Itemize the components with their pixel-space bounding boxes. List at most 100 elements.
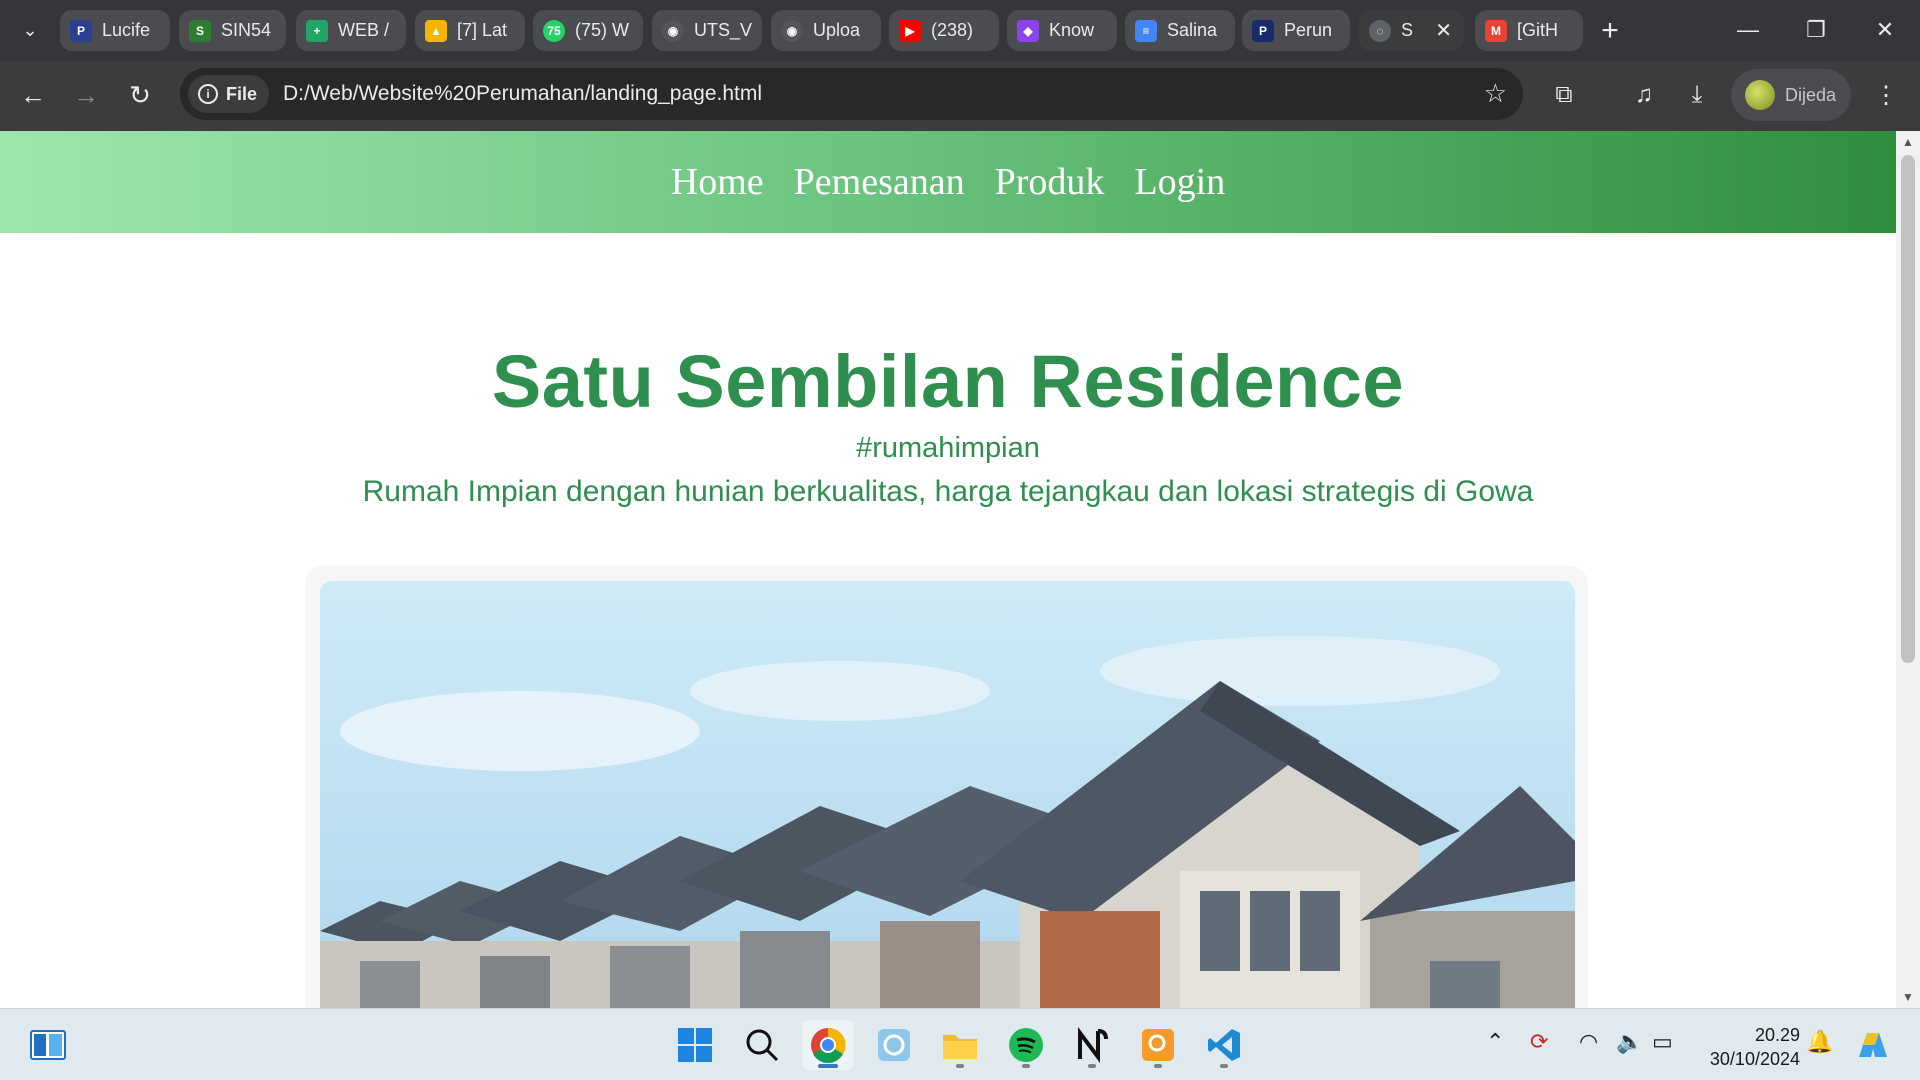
site-info-label: File [226,83,258,104]
taskbar-vscode[interactable] [1199,1020,1249,1070]
browser-tab[interactable]: S SIN54 [179,10,286,51]
taskbar-notion[interactable] [1067,1020,1117,1070]
arrow-right-icon: → [73,79,99,110]
running-indicator [1220,1064,1228,1068]
hero-section: Satu Sembilan Residence #rumahimpian Rum… [0,339,1896,509]
tab-title: Salina [1167,20,1218,40]
plus-icon: + [1601,14,1619,47]
housing-photo [320,581,1575,1008]
browser-tab[interactable]: ◆ Know [1007,10,1117,51]
address-bar[interactable]: i File D:/Web/Website%20Perumahan/landin… [180,68,1523,120]
wifi-icon[interactable]: ◠ [1579,1029,1598,1055]
tab-title: (75) W [575,20,629,40]
tab-favicon-icon: P [70,19,92,42]
browser-tab[interactable]: ◉ Uploa [771,10,881,51]
site-info-chip[interactable]: i File [188,75,270,113]
tab-favicon-icon: P [1252,19,1274,42]
taskbar-file-explorer[interactable] [935,1020,985,1070]
tab-title: Lucife [102,20,151,40]
tab-strip: ⌄ P Lucife S SIN54 + WEB / ▲ [7] Lat 75 … [0,0,1920,61]
show-hidden-icons-button[interactable]: ⌃ [1486,1029,1504,1055]
taskbar: ⌃ ⟳ ◠ 🔈 ▭ 20.29 30/10/2024 🔔 [0,1008,1920,1080]
scroll-down-icon[interactable]: ▼ [1902,990,1914,1004]
vscode-icon [1208,1029,1240,1061]
browser-tab[interactable]: M [GitH [1475,10,1583,51]
nav-link-login[interactable]: Login [1134,160,1225,204]
battery-icon[interactable]: ▭ [1652,1029,1673,1055]
taskbar-clock[interactable]: 20.29 30/10/2024 [1696,1023,1800,1071]
browser-tab[interactable]: ≡ Salina [1125,10,1235,51]
new-tab-button[interactable]: + [1590,12,1630,50]
site-navbar: Home Pemesanan Produk Login [0,131,1896,233]
page-scrollbar[interactable]: ▲ ▼ [1896,131,1920,1008]
close-tab-icon[interactable]: ✕ [1435,18,1452,43]
menu-button[interactable]: ⋮ [1866,75,1906,115]
info-icon: i [198,84,218,104]
clock-time: 20.29 [1754,1025,1800,1045]
taskbar-spotify[interactable] [1001,1020,1051,1070]
tab-title: [GitH [1517,20,1559,40]
restore-icon: ❐ [1806,17,1826,42]
taskbar-chrome[interactable] [803,1020,853,1070]
tab-favicon-icon: ▶ [899,19,921,42]
extensions-button[interactable]: ⧉ [1544,75,1584,115]
hero-image-card [305,566,1588,1008]
browser-tab[interactable]: 75 (75) W [533,10,643,51]
nav-link-pemesanan[interactable]: Pemesanan [794,160,965,204]
widgets-button[interactable] [23,1020,73,1070]
browser-tab[interactable]: ▲ [7] Lat [415,10,525,51]
back-button[interactable]: ← [13,75,53,115]
media-control-button[interactable]: ♫ [1624,75,1664,115]
hero-tagline: #rumahimpian [856,432,1040,464]
tab-title: WEB / [338,20,390,40]
browser-tab[interactable]: ▶ (238) [889,10,999,51]
browser-tab[interactable]: + WEB / [296,10,406,51]
search-button[interactable] [737,1020,787,1070]
tab-favicon-icon: 75 [543,19,565,42]
tab-title: Know [1049,20,1095,40]
music-queue-icon: ♫ [1635,81,1653,108]
browser-tab[interactable]: P Perun [1242,10,1350,51]
taskbar-pdf-app[interactable] [1133,1020,1183,1070]
taskbar-app-photos[interactable] [869,1020,919,1070]
tab-favicon-icon: ◆ [1017,19,1039,42]
tab-favicon-icon: ◌ [1369,19,1391,42]
browser-tab[interactable]: ◉ UTS_V [652,10,762,51]
restore-button[interactable]: ❐ [1791,10,1841,50]
copilot-button[interactable] [1848,1020,1898,1070]
bookmark-star-icon[interactable]: ☆ [1484,78,1507,109]
sync-status-icon[interactable]: ⟳ [1530,1029,1548,1055]
windows-logo-icon [678,1028,712,1062]
minimize-button[interactable]: — [1723,10,1773,50]
chrome-icon [811,1027,846,1063]
reload-button[interactable]: ↻ [120,75,160,115]
close-icon: ✕ [1875,17,1895,42]
tab-favicon-icon: + [306,19,328,42]
reload-icon: ↻ [129,79,151,110]
tab-favicon-icon: S [189,19,211,42]
tab-title: Perun [1284,20,1333,40]
profile-button[interactable]: Dijeda [1731,69,1851,121]
close-window-button[interactable]: ✕ [1860,10,1910,50]
browser-tab[interactable]: P Lucife [60,10,170,51]
forward-button[interactable]: → [66,75,106,115]
tab-title: (238) [931,20,974,40]
nav-link-produk[interactable]: Produk [995,160,1105,204]
start-button[interactable] [670,1020,720,1070]
browser-toolbar: ← → ↻ i File D:/Web/Website%20Perumahan/… [0,61,1920,131]
scroll-up-icon[interactable]: ▲ [1902,135,1914,149]
spotify-icon [1009,1028,1043,1062]
tab-title: Uploa [813,20,861,40]
copilot-icon [1859,1033,1887,1057]
running-indicator [1154,1064,1162,1068]
notification-bell-icon[interactable]: 🔔 [1806,1029,1833,1055]
tab-favicon-icon: ◉ [781,19,803,42]
scrollbar-thumb[interactable] [1901,155,1915,663]
url-text[interactable]: D:/Web/Website%20Perumahan/landing_page.… [283,82,762,106]
volume-icon[interactable]: 🔈 [1616,1029,1643,1055]
tab-title: UTS_V [694,20,753,40]
downloads-button[interactable]: ⤓ [1677,75,1717,115]
tab-search-button[interactable]: ⌄ [12,10,48,50]
browser-tab-active[interactable]: ◌ S ✕ [1359,10,1464,51]
nav-link-home[interactable]: Home [671,160,764,204]
